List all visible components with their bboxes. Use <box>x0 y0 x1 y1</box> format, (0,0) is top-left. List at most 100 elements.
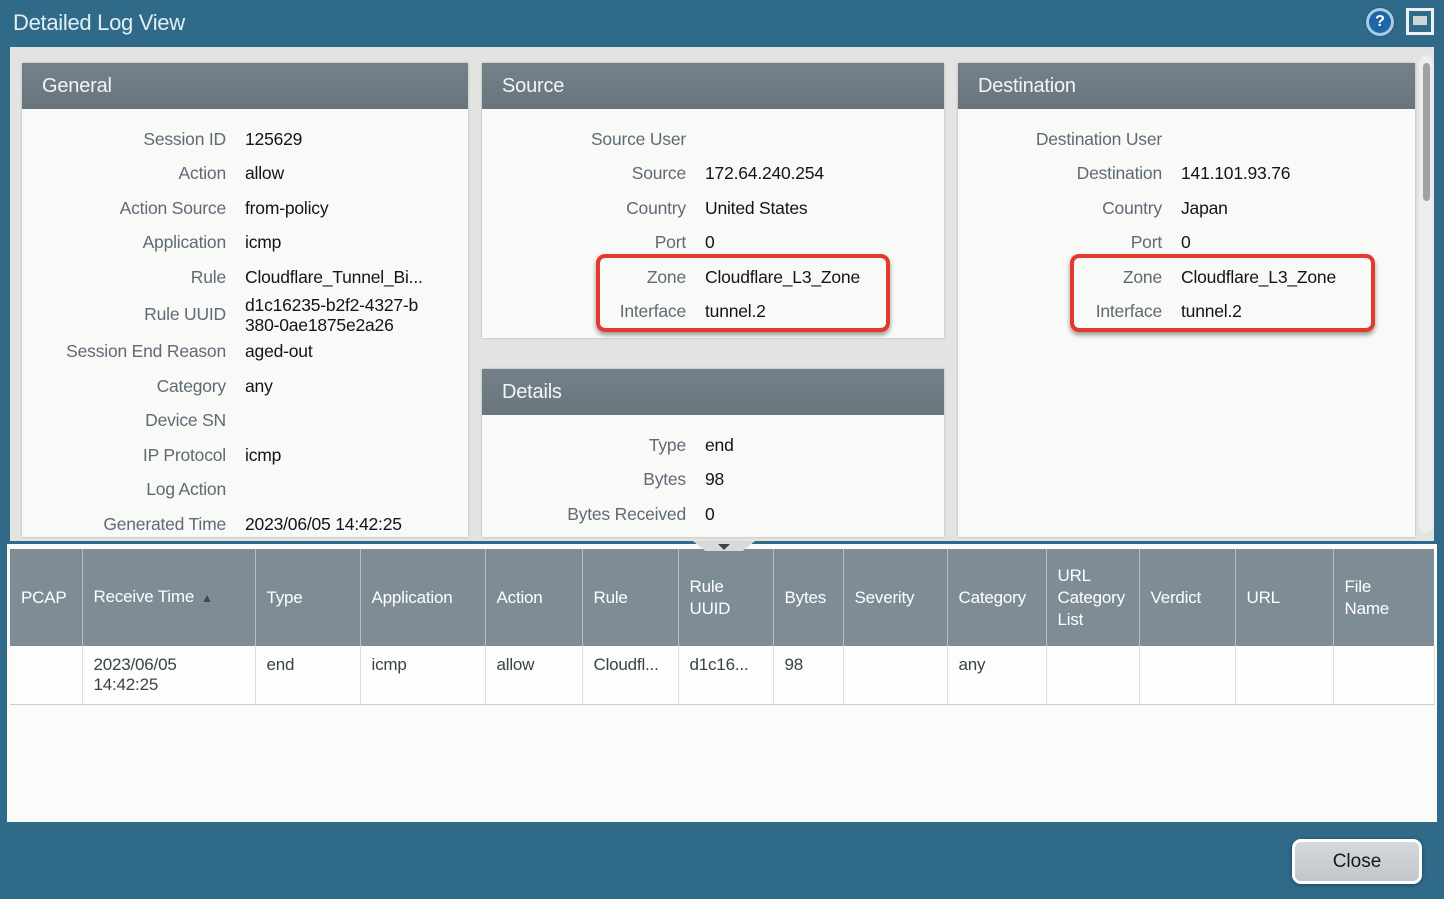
field-value: Japan <box>1181 198 1228 219</box>
title-bar: Detailed Log View ? <box>0 0 1444 47</box>
field-row: Bytes98 <box>482 463 944 498</box>
field-label: Rule <box>30 267 226 288</box>
log-table-wrap: PCAP Receive Time▲ Type Application Acti… <box>10 549 1434 705</box>
cell-receive-time: 2023/06/05 14:42:25 <box>82 646 255 705</box>
panel-body: Destination User Destination141.101.93.7… <box>958 109 1415 329</box>
column-label: PCAP <box>21 588 67 607</box>
field-value: 0 <box>1181 232 1191 253</box>
window-icon[interactable] <box>1406 8 1434 35</box>
field-row: Typeend <box>482 428 944 463</box>
field-row: Application icmp <box>22 226 468 261</box>
field-value: United States <box>705 198 807 219</box>
cell-rule-uuid: d1c16... <box>678 646 773 705</box>
field-row: Device SN <box>22 404 468 439</box>
window-icon-bar <box>1413 16 1427 25</box>
column-label: Verdict <box>1151 588 1202 607</box>
field-row: Rule UUID d1c16235-b2f2-4327-b380-0ae1875… <box>22 295 468 335</box>
column-label: Receive Time <box>94 587 195 606</box>
field-label: Destination User <box>966 129 1162 150</box>
column-header-type[interactable]: Type <box>255 549 360 646</box>
panel-title: Source <box>482 63 944 109</box>
field-label: Action <box>30 163 226 184</box>
column-label: Rule UUID <box>690 577 731 618</box>
cell-pcap <box>10 646 82 705</box>
close-button[interactable]: Close <box>1292 839 1422 884</box>
scrollbar-track[interactable] <box>1419 55 1433 533</box>
field-label: Session End Reason <box>30 341 226 362</box>
field-row: CountryJapan <box>958 191 1415 226</box>
field-value: tunnel.2 <box>705 301 766 322</box>
field-label: Zone <box>966 267 1162 288</box>
panel-body: Session ID125629 Actionallow Action Sour… <box>22 109 468 537</box>
field-row: Source172.64.240.254 <box>482 157 944 192</box>
field-label: Bytes <box>490 469 686 490</box>
column-label: Severity <box>855 588 915 607</box>
column-header-receive-time[interactable]: Receive Time▲ <box>82 549 255 646</box>
field-value: icmp <box>245 232 281 253</box>
field-value: 141.101.93.76 <box>1181 163 1290 184</box>
cell-bytes: 98 <box>773 646 843 705</box>
column-header-severity[interactable]: Severity <box>843 549 947 646</box>
detailed-log-view-dialog: Detailed Log View ? General Session ID12… <box>0 0 1444 899</box>
column-header-rule[interactable]: Rule <box>582 549 678 646</box>
content-area: General Session ID125629 Actionallow Act… <box>10 47 1434 541</box>
help-icon[interactable]: ? <box>1366 8 1394 36</box>
field-value: 0 <box>705 504 715 525</box>
field-value: icmp <box>245 445 281 466</box>
panel-title: General <box>22 63 468 109</box>
column-header-bytes[interactable]: Bytes <box>773 549 843 646</box>
panel-title: Details <box>482 369 944 415</box>
column-label: Action <box>497 588 543 607</box>
panel-destination: Destination Destination User Destination… <box>958 63 1415 537</box>
field-label: Type <box>490 435 686 456</box>
column-header-rule-uuid[interactable]: Rule UUID <box>678 549 773 646</box>
column-header-pcap[interactable]: PCAP <box>10 549 82 646</box>
column-label: Rule <box>594 588 628 607</box>
field-label: Source <box>490 163 686 184</box>
column-header-category[interactable]: Category <box>947 549 1046 646</box>
field-label: Port <box>966 232 1162 253</box>
field-row: Interfacetunnel.2 <box>958 295 1415 330</box>
field-row: IP Protocol icmp <box>22 438 468 473</box>
field-row: CountryUnited States <box>482 191 944 226</box>
field-label: IP Protocol <box>30 445 226 466</box>
field-value: from-policy <box>245 198 328 219</box>
field-value: Cloudflare_L3_Zone <box>705 267 860 288</box>
field-value: d1c16235-b2f2-4327-b380-0ae1875e2a26 <box>245 295 427 335</box>
field-value: 125629 <box>245 129 302 150</box>
column-label: URL Category List <box>1058 565 1106 631</box>
field-row: RuleCloudflare_Tunnel_Bi... <box>22 260 468 295</box>
scrollbar-thumb[interactable] <box>1423 63 1430 201</box>
field-label: Rule UUID <box>30 304 226 325</box>
column-header-verdict[interactable]: Verdict <box>1139 549 1235 646</box>
field-value: any <box>245 376 273 397</box>
column-header-file-name[interactable]: File Name <box>1333 549 1434 646</box>
field-row: Bytes Received 0 <box>482 497 944 532</box>
field-row: Categoryany <box>22 369 468 404</box>
field-label: Port <box>490 232 686 253</box>
field-row: Source User <box>482 122 944 157</box>
cell-file-name <box>1333 646 1434 705</box>
column-header-application[interactable]: Application <box>360 549 485 646</box>
field-label: Application <box>30 232 226 253</box>
field-row: Action allow <box>22 157 468 192</box>
cell-application: icmp <box>360 646 485 705</box>
log-table-section: PCAP Receive Time▲ Type Application Acti… <box>7 541 1437 822</box>
panel-title: Destination <box>958 63 1415 109</box>
field-row: ZoneCloudflare_L3_Zone <box>958 260 1415 295</box>
field-row: Interfacetunnel.2 <box>482 295 944 330</box>
column-label: Bytes <box>785 588 827 607</box>
column-header-url[interactable]: URL <box>1235 549 1333 646</box>
column-header-action[interactable]: Action <box>485 549 582 646</box>
field-label: Device SN <box>30 410 226 431</box>
panel-details: Details Typeend Bytes98 Bytes Received 0 <box>482 369 944 537</box>
field-label: Bytes Received <box>490 504 686 525</box>
field-label: Log Action <box>30 479 226 500</box>
field-value: allow <box>245 163 284 184</box>
column-label: URL <box>1247 588 1280 607</box>
dialog-title: Detailed Log View <box>13 0 185 46</box>
panel-body: Source User Source172.64.240.254 Country… <box>482 109 944 329</box>
field-label: Action Source <box>30 198 226 219</box>
column-header-url-category-list[interactable]: URL Category List <box>1046 549 1139 646</box>
table-row[interactable]: 2023/06/05 14:42:25 end icmp allow Cloud… <box>10 646 1434 705</box>
